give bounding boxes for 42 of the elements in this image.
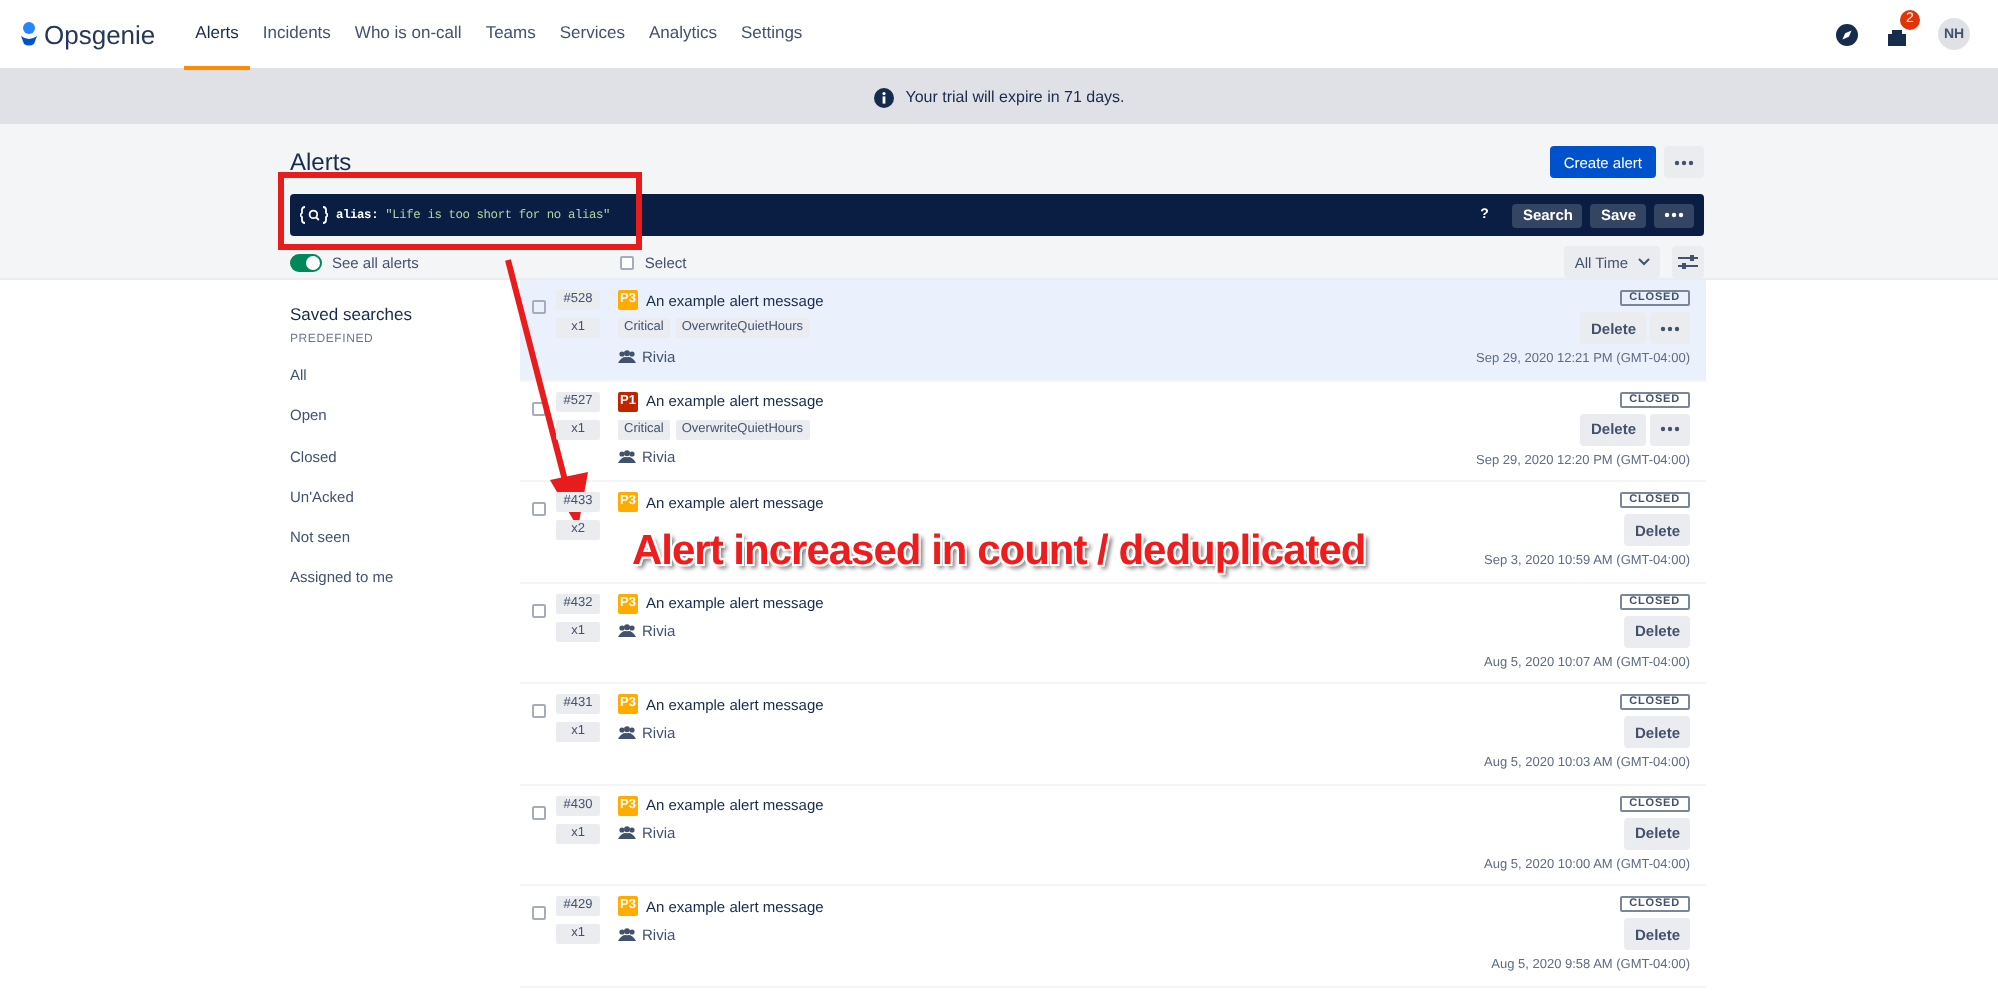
more-icon (1660, 426, 1680, 432)
filter-settings-button[interactable] (1672, 246, 1704, 278)
annotation-text: Alert increased in count / deduplicated (632, 528, 1366, 576)
row-checkbox[interactable] (532, 300, 546, 314)
compass-icon[interactable] (1836, 23, 1858, 45)
row-checkbox[interactable] (532, 906, 546, 920)
nav-tab[interactable]: Analytics (636, 0, 729, 69)
row-more-button[interactable] (1650, 413, 1690, 445)
nav-tab[interactable]: Services (547, 0, 637, 69)
nav-tab[interactable]: Settings (728, 0, 815, 69)
team-icon (618, 927, 636, 941)
more-icon (1674, 159, 1694, 165)
nav-tab[interactable]: Incidents (250, 0, 343, 69)
row-checkbox[interactable] (532, 401, 546, 415)
team-icon (618, 349, 636, 363)
page-title: Alerts (290, 148, 352, 176)
sliders-icon (1678, 254, 1698, 270)
team-icon (618, 624, 636, 638)
logo-text: Opsgenie (44, 19, 156, 49)
team-icon (618, 725, 636, 739)
row-checkbox[interactable] (532, 805, 546, 819)
team-icon (618, 450, 636, 464)
see-all-toggle[interactable] (290, 253, 322, 271)
row-checkbox[interactable] (532, 502, 546, 516)
more-icon (1664, 212, 1684, 218)
team-icon (618, 826, 636, 840)
search-more-button[interactable] (1654, 203, 1694, 227)
logo-icon (20, 22, 38, 46)
select-all-checkbox[interactable] (620, 255, 635, 269)
row-checkbox[interactable] (532, 603, 546, 617)
row-checkbox[interactable] (532, 704, 546, 718)
notification-icon[interactable] (1886, 26, 1908, 48)
saved-searches-title: Saved searches (290, 304, 414, 324)
more-icon (1660, 325, 1680, 331)
nav-tab[interactable]: Who is on-call (342, 0, 474, 69)
more-button[interactable] (1664, 146, 1704, 178)
info-icon (873, 87, 894, 107)
query-icon (300, 206, 328, 224)
trial-notice: Your trial will expire in 71 days. (905, 88, 1125, 106)
caret-icon (1638, 258, 1650, 266)
row-more-button[interactable] (1650, 312, 1690, 344)
nav-tab[interactable]: Teams (473, 0, 548, 69)
